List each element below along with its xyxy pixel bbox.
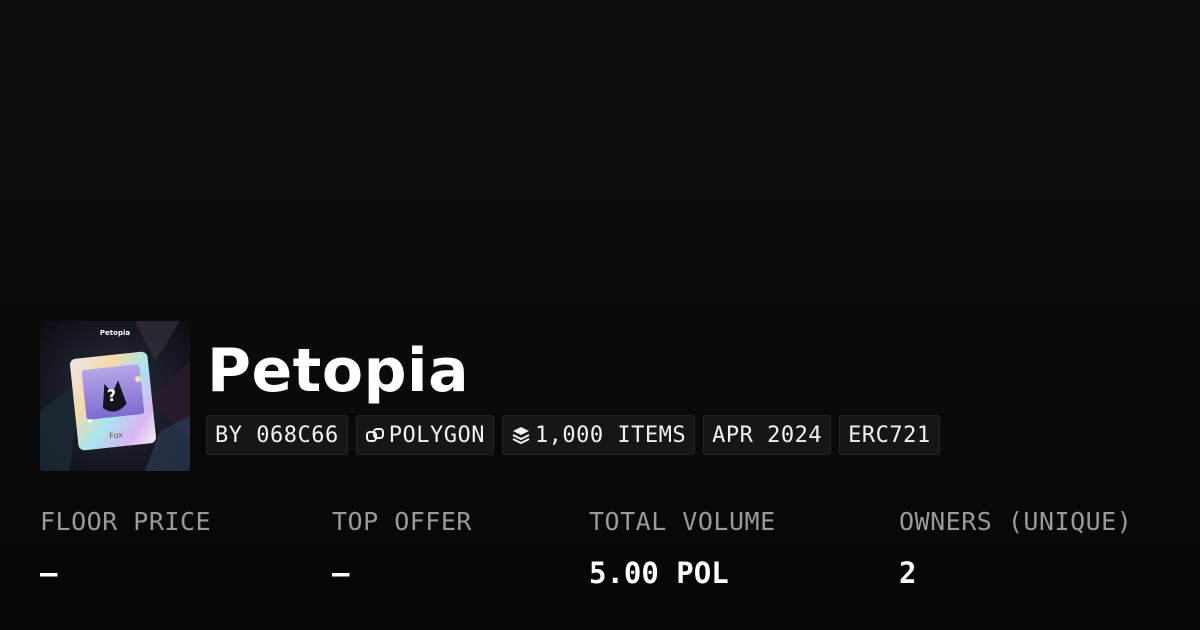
polygon-link-icon [365,425,385,445]
stat-label: OWNERS (UNIQUE) [899,507,1133,536]
date-badge: APR 2024 [703,415,832,455]
layers-icon [511,425,531,445]
stat-total-volume: TOTAL VOLUME 5.00 POL [589,505,776,591]
standard-label: ERC721 [848,422,931,448]
chain-label: POLYGON [388,422,485,448]
items-badge[interactable]: 1,000 ITEMS [501,415,696,455]
svg-text:?: ? [106,386,117,406]
collection-badges: BY 068C66 POLYGON 1,000 ITEMS APR 2024 E… [206,415,940,455]
stat-value: – [40,556,58,590]
nft-card-thumbnail: ? Fox Petopia [40,321,190,471]
standard-badge: ERC721 [839,415,940,455]
stat-owners: OWNERS (UNIQUE) 2 [899,505,1132,591]
stat-value: 2 [899,556,917,590]
chain-badge[interactable]: POLYGON [355,415,494,455]
stat-value: 5.00 POL [589,556,729,590]
creator-label: BY 068C66 [215,422,339,448]
collection-og-card: ? Fox Petopia Petopia BY 068C66 POLYGON [0,0,1200,630]
stat-top-offer: TOP OFFER – [332,505,472,591]
stat-label: FLOOR PRICE [40,507,212,536]
stat-floor-price: FLOOR PRICE – [40,505,211,591]
collection-image[interactable]: ? Fox Petopia [40,321,190,471]
svg-text:Fox: Fox [109,430,124,440]
svg-text:Petopia: Petopia [100,329,130,337]
creator-badge[interactable]: BY 068C66 [206,415,348,455]
stat-value: – [332,556,350,590]
collection-title: Petopia [207,336,470,406]
items-label: 1,000 ITEMS [534,422,687,448]
stat-label: TOTAL VOLUME [589,507,776,536]
date-label: APR 2024 [712,422,823,448]
stat-label: TOP OFFER [332,507,472,536]
